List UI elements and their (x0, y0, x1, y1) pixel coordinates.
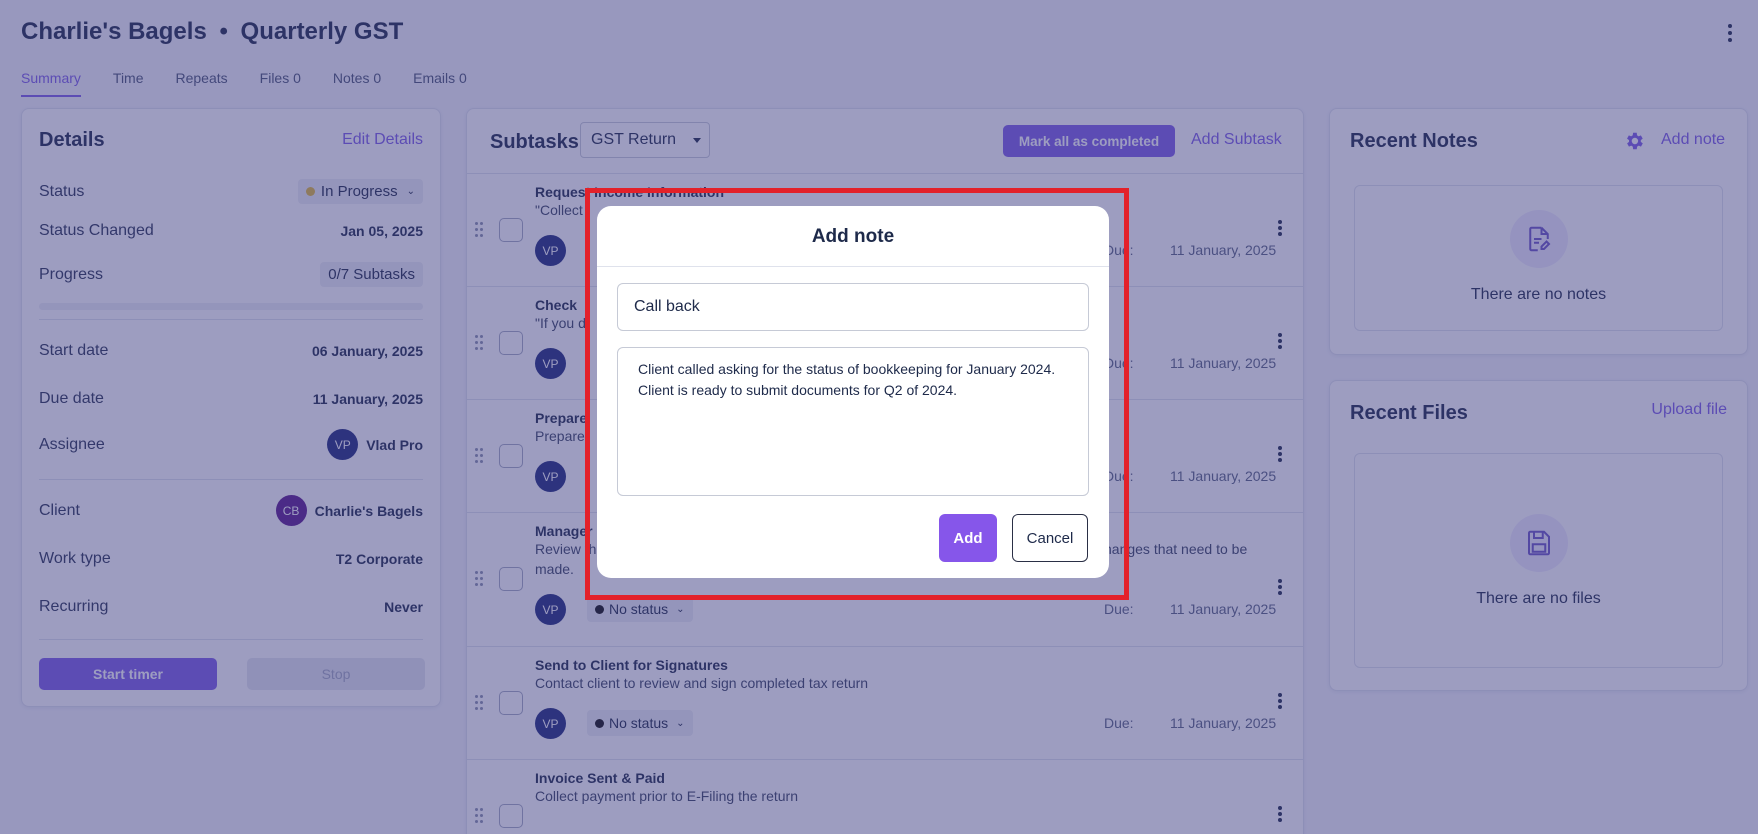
cancel-button[interactable]: Cancel (1012, 514, 1088, 562)
divider (597, 266, 1109, 267)
app-root: Charlie's Bagels • Quarterly GST Summary… (0, 0, 1758, 834)
note-body-textarea[interactable]: Client called asking for the status of b… (617, 347, 1089, 496)
note-title-input[interactable] (617, 283, 1089, 331)
add-note-modal: Add note Client called asking for the st… (597, 206, 1109, 578)
add-button[interactable]: Add (939, 514, 997, 562)
modal-title: Add note (811, 226, 895, 247)
